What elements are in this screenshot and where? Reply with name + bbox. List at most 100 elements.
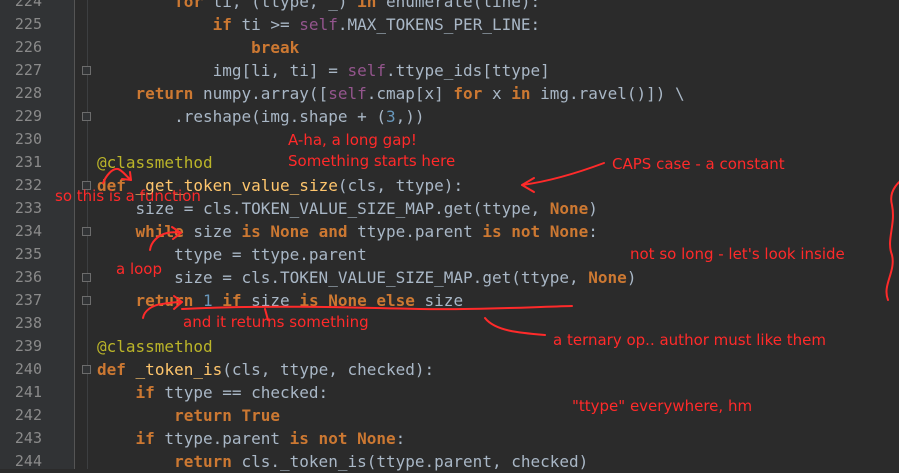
line-number: 227: [14, 61, 42, 79]
fold-end-marker[interactable]: [82, 296, 91, 305]
code-line: 234 while size is None and ttype.parent …: [0, 220, 899, 243]
code-line: 226 break: [0, 36, 899, 59]
fold-start-marker[interactable]: [82, 181, 91, 190]
line-number: 231: [14, 153, 42, 171]
line-number: 240: [14, 360, 42, 378]
code-token: ttype.parent: [154, 429, 290, 448]
code-text[interactable]: size = cls.TOKEN_VALUE_SIZE_MAP.get(ttyp…: [97, 266, 636, 289]
code-line: 229 .reshape(img.shape + (3,)): [0, 105, 899, 128]
code-token: x: [482, 84, 512, 103]
code-line: 230: [0, 128, 899, 151]
code-token: _get_token_value_size: [135, 176, 338, 195]
code-token: :: [588, 222, 598, 241]
fold-end-marker[interactable]: [82, 66, 91, 75]
code-token: size: [414, 291, 464, 310]
line-number: 237: [14, 291, 42, 309]
code-token: :: [395, 429, 406, 448]
code-token: ti, (ttype, _): [202, 0, 358, 11]
fold-start-marker[interactable]: [82, 365, 91, 374]
code-token: is not None: [482, 222, 589, 241]
code-text[interactable]: while size is None and ttype.parent is n…: [97, 220, 598, 243]
code-token: return: [174, 452, 232, 471]
code-line: 224 for ti, (ttype, _) in enumerate(line…: [0, 0, 899, 13]
code-text[interactable]: break: [97, 36, 299, 59]
code-text[interactable]: if ti >= self.MAX_TOKENS_PER_LINE:: [97, 13, 541, 36]
line-number: 239: [14, 337, 42, 355]
code-text[interactable]: @classmethod: [97, 151, 213, 174]
code-token: self: [299, 15, 338, 34]
code-token: ttype = ttype.parent: [97, 245, 367, 264]
code-token: return True: [174, 406, 281, 425]
line-number: 242: [14, 406, 42, 424]
line-number: 235: [14, 245, 42, 263]
fold-end-marker[interactable]: [82, 273, 91, 282]
code-text[interactable]: return cls._token_is(ttype.parent, check…: [97, 450, 588, 473]
code-token: return: [135, 84, 194, 103]
line-number: 236: [14, 268, 42, 286]
code-token: .reshape(img.shape + (: [97, 107, 386, 126]
code-token: if: [212, 15, 232, 34]
code-token: size: [183, 222, 242, 241]
code-line: 231 @classmethod: [0, 151, 899, 174]
code-line: 225 if ti >= self.MAX_TOKENS_PER_LINE:: [0, 13, 899, 36]
code-token: .MAX_TOKENS_PER_LINE:: [337, 15, 541, 34]
code-text[interactable]: @classmethod: [97, 335, 213, 358]
code-token: is None and: [241, 222, 348, 241]
code-text[interactable]: return numpy.array([self.cmap[x] for x i…: [97, 82, 685, 105]
code-token: in: [511, 84, 531, 103]
code-text[interactable]: return True: [97, 404, 280, 427]
code-line: 244 return cls._token_is(ttype.parent, c…: [0, 450, 899, 473]
code-text[interactable]: def _token_is(cls, ttype, checked):: [97, 358, 434, 381]
code-text[interactable]: return 1 if size is None else size: [97, 289, 464, 312]
code-token: cls._token_is(ttype.parent, checked): [231, 452, 589, 471]
line-number: 228: [14, 84, 42, 102]
code-token: size: [241, 291, 300, 310]
code-line: 233 size = cls.TOKEN_VALUE_SIZE_MAP.get(…: [0, 197, 899, 220]
line-number: 243: [14, 429, 42, 447]
code-text[interactable]: if ttype == checked:: [97, 381, 329, 404]
code-token: self: [328, 84, 367, 103]
line-number: 238: [14, 314, 42, 332]
code-line: 238: [0, 312, 899, 335]
line-number: 224: [14, 0, 42, 10]
code-token: if: [222, 291, 242, 310]
line-number: 232: [14, 176, 42, 194]
code-line: 241 if ttype == checked:: [0, 381, 899, 404]
code-editor[interactable]: 224 for ti, (ttype, _) in enumerate(line…: [0, 0, 899, 471]
code-text[interactable]: for ti, (ttype, _) in enumerate(line):: [97, 0, 540, 13]
code-token: None: [588, 268, 627, 287]
line-number: 230: [14, 130, 42, 148]
code-line: 243 if ttype.parent is not None:: [0, 427, 899, 450]
code-text[interactable]: if ttype.parent is not None:: [97, 427, 406, 450]
fold-end-marker[interactable]: [82, 112, 91, 121]
code-token: _token_is: [135, 360, 223, 379]
code-token: .ttype_ids[ttype]: [385, 61, 550, 80]
code-token: (cls, ttype):: [337, 176, 464, 195]
code-token: img[li, ti] =: [97, 61, 348, 80]
code-token: if: [135, 429, 155, 448]
code-text[interactable]: size = cls.TOKEN_VALUE_SIZE_MAP.get(ttyp…: [97, 197, 598, 220]
code-text[interactable]: img[li, ti] = self.ttype_ids[ttype]: [97, 59, 550, 82]
line-number: 225: [14, 15, 42, 33]
code-text[interactable]: ttype = ttype.parent: [97, 243, 367, 266]
code-token: (cls, ttype, checked):: [222, 360, 435, 379]
code-text[interactable]: .reshape(img.shape + (3,)): [97, 105, 424, 128]
fold-start-marker[interactable]: [82, 227, 91, 236]
code-text[interactable]: def _get_token_value_size(cls, ttype):: [97, 174, 463, 197]
code-token: ): [626, 268, 637, 287]
code-token: enumerate(line):: [376, 0, 541, 11]
code-token: while: [135, 222, 184, 241]
line-number: 229: [14, 107, 42, 125]
code-line: 242 return True: [0, 404, 899, 427]
code-token: def: [97, 360, 126, 379]
